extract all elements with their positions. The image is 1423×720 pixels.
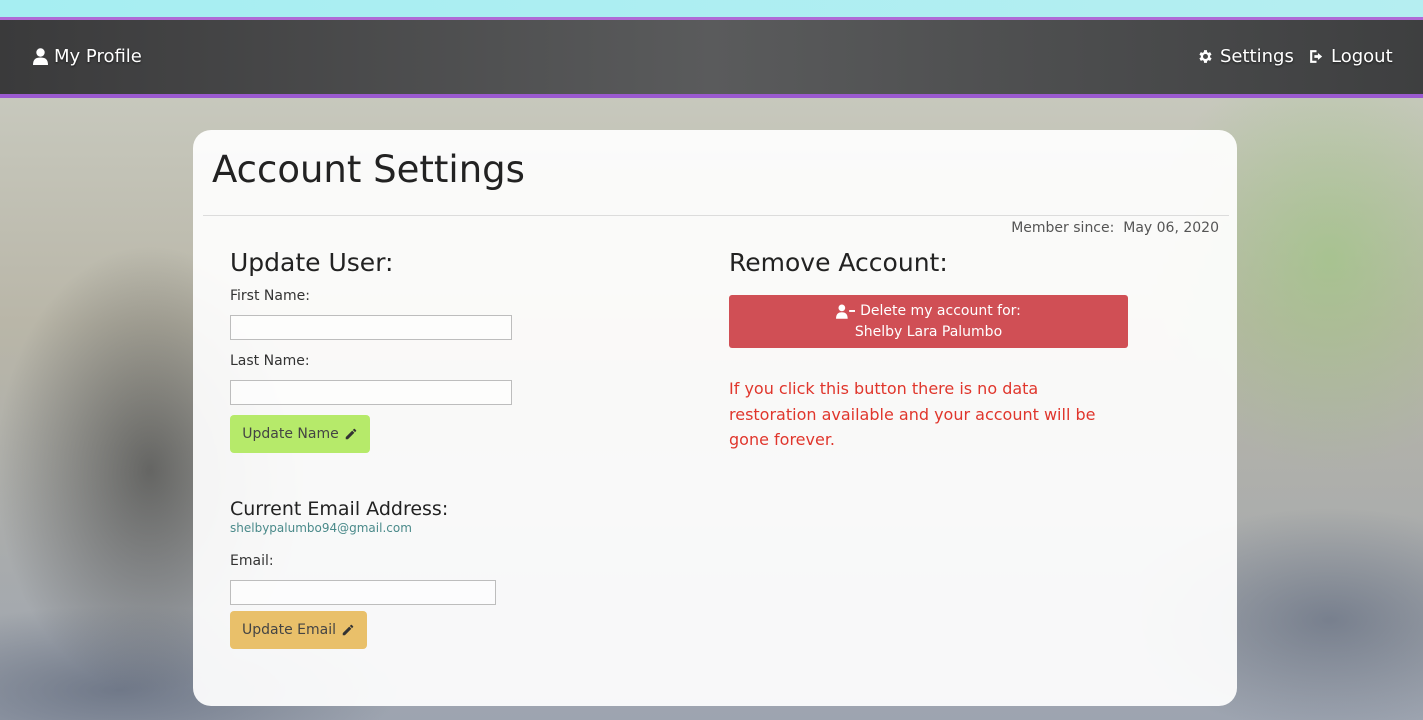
update-user-heading: Update User: [230,248,394,277]
member-since-date: May 06, 2020 [1123,220,1219,236]
last-name-label: Last Name: [230,353,310,369]
update-name-button[interactable]: Update Name [230,415,370,453]
delete-warning-text: If you click this button there is no dat… [729,379,1096,449]
top-accent-strip [0,0,1423,20]
delete-account-button[interactable]: Delete my account for: Shelby Lara Palum… [729,295,1128,348]
member-since-label: Member since: [1011,220,1115,236]
email-input[interactable] [230,580,496,605]
delete-button-account-name: Shelby Lara Palumbo [854,323,1003,340]
member-since: Member since: May 06, 2020 [1011,220,1219,236]
user-minus-icon [836,303,856,319]
settings-label: Settings [1220,46,1294,67]
delete-button-line1: Delete my account for: [836,301,1021,322]
account-settings-card: Account Settings Member since: May 06, 2… [193,130,1237,706]
logout-label: Logout [1331,46,1393,67]
logout-icon [1310,50,1323,63]
email-label: Email: [230,553,274,569]
settings-link[interactable]: Settings [1197,46,1294,67]
logout-link[interactable]: Logout [1308,46,1393,67]
update-name-label: Update Name [242,426,339,442]
navbar: My Profile Settings Logout [0,20,1423,98]
last-name-input[interactable] [230,380,512,405]
remove-account-heading: Remove Account: [729,248,948,277]
update-email-button[interactable]: Update Email [230,611,367,649]
user-icon [33,48,48,65]
first-name-input[interactable] [230,315,512,340]
first-name-label: First Name: [230,288,310,304]
my-profile-label: My Profile [54,46,142,67]
title-divider [203,215,1229,216]
pencil-icon [342,624,354,636]
gear-icon [1199,50,1212,63]
current-email-heading: Current Email Address: [230,498,449,520]
current-email-value: shelbypalumbo94@gmail.com [230,521,412,535]
pencil-icon [345,428,356,440]
page-title: Account Settings [212,148,525,191]
delete-button-text: Delete my account for: [860,302,1021,319]
update-email-label: Update Email [242,622,336,638]
my-profile-link[interactable]: My Profile [33,46,142,67]
